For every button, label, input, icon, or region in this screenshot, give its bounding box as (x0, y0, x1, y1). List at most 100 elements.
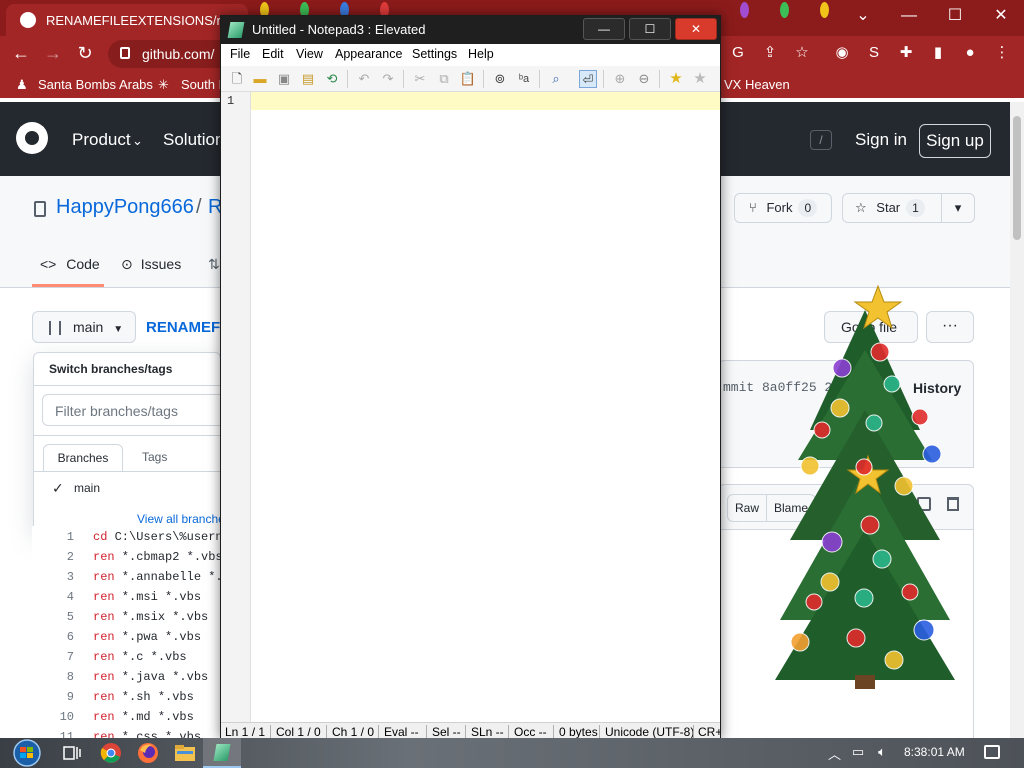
copy-icon[interactable]: ⧉ (435, 70, 453, 88)
goto-icon[interactable]: ⌕ (547, 70, 565, 88)
extension-s-icon[interactable]: S (864, 43, 884, 63)
line-number[interactable]: 2 (32, 550, 74, 564)
notepad-minimize-button[interactable]: — (583, 18, 625, 40)
tab-tags[interactable]: Tags (142, 450, 167, 464)
raw-button[interactable]: Raw (727, 494, 767, 522)
notepad3-taskbar-button[interactable] (203, 738, 241, 768)
menu-view[interactable]: View (296, 47, 323, 61)
sign-up-button[interactable]: Sign up (919, 124, 991, 158)
branch-list-item-main[interactable]: main (74, 481, 100, 495)
status-line[interactable]: Ln 1 / 1 (225, 725, 265, 739)
save-icon[interactable]: ▣ (275, 70, 293, 88)
tray-overflow-chevron-icon[interactable]: ︿ (828, 744, 841, 763)
page-scrollbar[interactable] (1010, 102, 1024, 738)
replace-icon[interactable]: ᵇa (515, 70, 533, 88)
line-number[interactable]: 4 (32, 590, 74, 604)
status-eol[interactable]: CR+LF (698, 725, 720, 739)
notepad3-titlebar[interactable]: Untitled - Notepad3 : Elevated — ☐ ✕ (221, 16, 720, 44)
scrollbar-thumb[interactable] (1013, 116, 1021, 240)
paste-icon[interactable]: 📋 (459, 70, 477, 88)
line-number[interactable]: 8 (32, 670, 74, 684)
line-number[interactable]: 7 (32, 650, 74, 664)
status-selected-lines[interactable]: SLn -- (471, 725, 504, 739)
redo-icon[interactable]: ↷ (379, 70, 397, 88)
sign-in-link[interactable]: Sign in (855, 130, 907, 150)
line-number[interactable]: 11 (32, 730, 74, 738)
profile-avatar-icon[interactable]: ● (960, 43, 980, 63)
favorites-star-icon[interactable]: ★ (667, 70, 685, 88)
browser-close-button[interactable]: ✕ (978, 2, 1024, 32)
cut-icon[interactable]: ✂ (411, 70, 429, 88)
word-wrap-icon[interactable]: ⏎ (579, 70, 597, 88)
menu-file[interactable]: File (230, 47, 250, 61)
notification-center-icon[interactable] (984, 745, 1000, 759)
tab-code[interactable]: <> Code (40, 256, 100, 272)
status-column[interactable]: Col 1 / 0 (276, 725, 321, 739)
bookmark-star-icon[interactable]: ☆ (792, 43, 812, 63)
notepad-maximize-button[interactable]: ☐ (629, 18, 671, 40)
menu-help[interactable]: Help (468, 47, 494, 61)
extensions-puzzle-icon[interactable]: ✚ (896, 43, 916, 63)
file-breadcrumb[interactable]: RENAMEF (146, 319, 220, 336)
line-number[interactable]: 5 (32, 610, 74, 624)
star-button[interactable]: ☆ Star 1 (842, 193, 942, 223)
share-icon[interactable]: ⇪ (760, 43, 780, 63)
file-explorer-icon[interactable] (173, 741, 197, 765)
tab-issues[interactable]: ⊙ Issues (121, 256, 181, 273)
github-logo-icon[interactable] (16, 122, 48, 154)
status-selection[interactable]: Sel -- (432, 725, 461, 739)
branch-select-button[interactable]: main ▼ (32, 311, 136, 343)
repo-name-link[interactable]: R (208, 196, 220, 219)
open-folder-icon[interactable]: ▬ (251, 70, 269, 88)
line-number[interactable]: 3 (32, 570, 74, 584)
menu-appearance[interactable]: Appearance (335, 47, 402, 61)
text-editor-area[interactable]: 1 (221, 92, 720, 722)
browser-tab[interactable]: RENAMEFILEEXTENSIONS/renam (6, 4, 248, 36)
line-number[interactable]: 6 (32, 630, 74, 644)
status-occurrences[interactable]: Occ -- (514, 725, 547, 739)
bookmark-vx-heaven[interactable]: VX Heaven (724, 77, 790, 92)
line-number[interactable]: 10 (32, 710, 74, 724)
browser-minimize-button[interactable]: — (886, 2, 932, 32)
add-favorite-icon[interactable]: ★ (691, 70, 709, 88)
bookmark-santa-bombs-arabs[interactable]: Santa Bombs Arabs (38, 77, 153, 92)
line-number[interactable]: 9 (32, 690, 74, 704)
fork-button[interactable]: ⑂ Fork 0 (734, 193, 832, 223)
nav-solutions[interactable]: Solution (163, 130, 224, 150)
status-eval[interactable]: Eval -- (384, 725, 419, 739)
firefox-icon[interactable] (136, 741, 160, 765)
zoom-in-icon[interactable]: ⊕ (611, 70, 629, 88)
menu-settings[interactable]: Settings (412, 47, 457, 61)
volume-icon[interactable]: 🔈︎ (874, 745, 890, 759)
task-view-icon[interactable] (60, 741, 84, 765)
line-number[interactable]: 1 (32, 530, 74, 544)
branch-filter-input[interactable]: Filter branches/tags (42, 394, 232, 426)
notepad-close-button[interactable]: ✕ (675, 18, 717, 40)
side-panel-icon[interactable]: ▮ (928, 43, 948, 63)
zoom-icon[interactable]: ⊖ (635, 70, 653, 88)
google-icon[interactable]: G (728, 43, 748, 63)
star-dropdown-chevron-icon[interactable]: ▾ (941, 193, 975, 223)
save-as-icon[interactable]: ▤ (299, 70, 317, 88)
start-orb-icon[interactable] (8, 739, 46, 767)
tab-search-chevron-icon[interactable]: ⌄ (840, 2, 886, 32)
network-icon[interactable]: ▭ (850, 745, 866, 759)
new-file-icon[interactable]: 🗋 (228, 70, 246, 88)
status-encoding[interactable]: Unicode (UTF-8) (605, 725, 694, 739)
chrome-icon[interactable] (99, 741, 123, 765)
browser-maximize-button[interactable]: ☐ (932, 2, 978, 32)
pull-requests-icon[interactable]: ⇅ (208, 256, 220, 273)
status-char[interactable]: Ch 1 / 0 (332, 725, 374, 739)
taskbar-clock[interactable]: 8:38:01 AM (904, 745, 965, 759)
tab-branches[interactable]: Branches (43, 444, 123, 472)
undo-icon[interactable]: ↶ (355, 70, 373, 88)
repo-owner-link[interactable]: HappyPong666 (56, 196, 194, 219)
view-all-branches-link[interactable]: View all branches (137, 512, 227, 526)
extension-flag-icon[interactable]: ◉ (832, 43, 852, 63)
revert-icon[interactable]: ⟲ (323, 70, 341, 88)
menu-edit[interactable]: Edit (262, 47, 284, 61)
nav-product[interactable]: Product (72, 130, 131, 150)
find-binoculars-icon[interactable]: ⊚ (491, 70, 509, 88)
back-arrow-icon[interactable]: ← (10, 42, 32, 64)
browser-menu-icon[interactable]: ⋮ (992, 43, 1012, 63)
